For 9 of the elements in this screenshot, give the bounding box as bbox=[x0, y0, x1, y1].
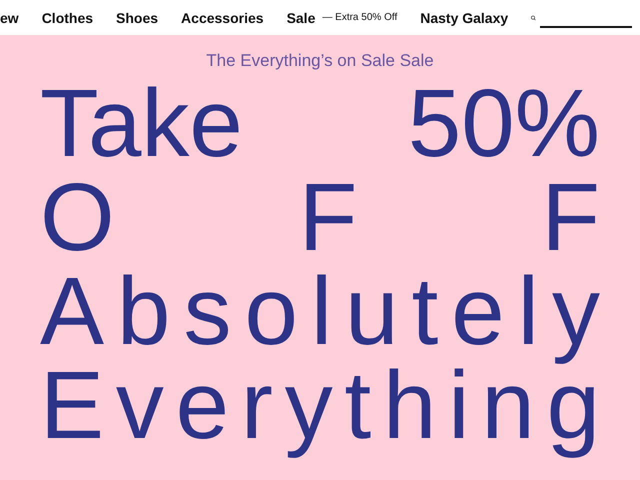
nav-link[interactable]: ew bbox=[0, 10, 19, 26]
headline-word: F bbox=[298, 163, 358, 273]
nav-link[interactable]: Shoes bbox=[116, 10, 158, 26]
sale-note: — Extra 50% Off bbox=[322, 12, 398, 23]
nav-link[interactable]: Clothes bbox=[42, 10, 94, 26]
nav-link[interactable]: Sale bbox=[286, 10, 316, 26]
nav-link[interactable]: Nasty Galaxy bbox=[420, 10, 508, 26]
sale-tagline: The Everything’s on Sale Sale bbox=[205, 50, 435, 72]
nav-link[interactable]: Accessories bbox=[181, 10, 264, 26]
